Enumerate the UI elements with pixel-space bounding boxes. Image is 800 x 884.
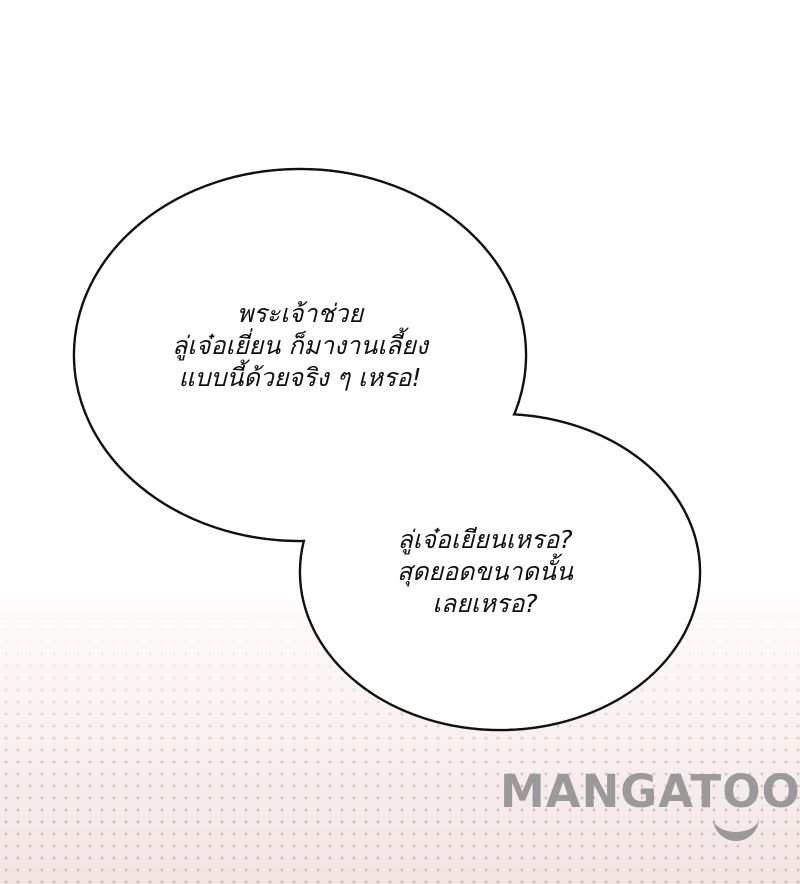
speech-bubble-2-text: ลู่เจ๋อเยียนเหรอ? สุดยอดขนาดนั้น เลยเหรอ… (370, 524, 600, 620)
dialogue-line: ลู่เจ๋อเยี่ยน ก็มางานเลี้ยง (171, 331, 429, 360)
speech-bubble-1-text: พระเจ้าช่วย ลู่เจ๋อเยี่ยน ก็มางานเลี้ยง … (150, 298, 450, 394)
dialogue-line: พระเจ้าช่วย (236, 299, 364, 328)
mangatoon-watermark: MANGATOON (500, 765, 800, 818)
speech-bubbles (72, 167, 702, 732)
dialogue-line: สุดยอดขนาดนั้น (396, 557, 574, 586)
dialogue-line: แบบนี้ด้วยจริง ๆ เหรอ! (178, 363, 422, 392)
dialogue-line: เลยเหรอ? (432, 589, 538, 618)
dialogue-line: ลู่เจ๋อเยียนเหรอ? (397, 525, 573, 554)
